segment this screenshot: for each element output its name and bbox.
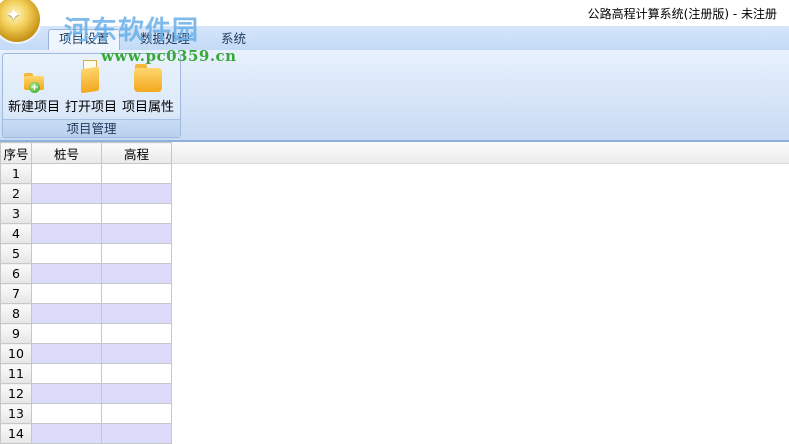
elevation-cell[interactable] bbox=[101, 303, 172, 324]
table-row[interactable]: 4 bbox=[0, 223, 172, 244]
table-row[interactable]: 3 bbox=[0, 203, 172, 224]
row-number-cell[interactable]: 3 bbox=[0, 203, 32, 224]
row-number-cell[interactable]: 2 bbox=[0, 183, 32, 204]
station-cell[interactable] bbox=[31, 203, 102, 224]
row-number-cell[interactable]: 6 bbox=[0, 263, 32, 284]
table-row[interactable]: 11 bbox=[0, 363, 172, 384]
app-logo-icon: ✦ bbox=[6, 5, 22, 26]
row-number-cell[interactable]: 11 bbox=[0, 363, 32, 384]
row-number-cell[interactable]: 5 bbox=[0, 243, 32, 264]
table-row[interactable]: 13 bbox=[0, 403, 172, 424]
new-project-label: 新建项目 bbox=[7, 100, 60, 115]
open-project-label: 打开项目 bbox=[64, 100, 117, 115]
row-number-cell[interactable]: 1 bbox=[0, 163, 32, 184]
open-project-button[interactable]: 打开项目 bbox=[63, 60, 119, 115]
data-grid[interactable]: 序号 桩号 高程 1 2 3 4 5 6 7 8 9 10 11 12 13 14 bbox=[0, 142, 172, 444]
column-header-elevation[interactable]: 高程 bbox=[101, 142, 172, 164]
open-folder-icon bbox=[79, 60, 103, 94]
table-row[interactable]: 2 bbox=[0, 183, 172, 204]
station-cell[interactable] bbox=[31, 243, 102, 264]
table-row[interactable]: 10 bbox=[0, 343, 172, 364]
elevation-cell[interactable] bbox=[101, 203, 172, 224]
row-number-cell[interactable]: 7 bbox=[0, 283, 32, 304]
elevation-cell[interactable] bbox=[101, 163, 172, 184]
row-number-cell[interactable]: 12 bbox=[0, 383, 32, 404]
column-header-station[interactable]: 桩号 bbox=[31, 142, 102, 164]
row-number-cell[interactable]: 8 bbox=[0, 303, 32, 324]
new-project-button[interactable]: + 新建项目 bbox=[5, 60, 63, 115]
table-row[interactable]: 9 bbox=[0, 323, 172, 344]
elevation-cell[interactable] bbox=[101, 323, 172, 344]
window-title: 公路高程计算系统(注册版) - 未注册 bbox=[587, 7, 777, 21]
row-number-cell[interactable]: 4 bbox=[0, 223, 32, 244]
elevation-cell[interactable] bbox=[101, 283, 172, 304]
station-cell[interactable] bbox=[31, 223, 102, 244]
elevation-cell[interactable] bbox=[101, 383, 172, 404]
ribbon-group-project-management: + 新建项目 打开项目 项目属性 项目管理 bbox=[2, 53, 181, 138]
station-cell[interactable] bbox=[31, 283, 102, 304]
elevation-cell[interactable] bbox=[101, 243, 172, 264]
elevation-cell[interactable] bbox=[101, 223, 172, 244]
station-cell[interactable] bbox=[31, 363, 102, 384]
station-cell[interactable] bbox=[31, 343, 102, 364]
ribbon-group-label: 项目管理 bbox=[3, 119, 180, 137]
table-row[interactable]: 12 bbox=[0, 383, 172, 404]
elevation-cell[interactable] bbox=[101, 183, 172, 204]
station-cell[interactable] bbox=[31, 323, 102, 344]
data-grid-area: 序号 桩号 高程 1 2 3 4 5 6 7 8 9 10 11 12 13 14 bbox=[0, 142, 789, 444]
station-cell[interactable] bbox=[31, 403, 102, 424]
station-cell[interactable] bbox=[31, 303, 102, 324]
station-cell[interactable] bbox=[31, 383, 102, 404]
elevation-cell[interactable] bbox=[101, 403, 172, 424]
elevation-cell[interactable] bbox=[101, 363, 172, 384]
watermark-logo-text: 河东软件园 bbox=[64, 16, 200, 46]
row-number-cell[interactable]: 10 bbox=[0, 343, 32, 364]
project-properties-button[interactable]: 项目属性 bbox=[119, 60, 177, 115]
watermark-url: www.pc0359.cn bbox=[101, 47, 237, 65]
table-row[interactable]: 8 bbox=[0, 303, 172, 324]
station-cell[interactable] bbox=[31, 183, 102, 204]
table-row[interactable]: 5 bbox=[0, 243, 172, 264]
row-number-cell[interactable]: 9 bbox=[0, 323, 32, 344]
table-row[interactable]: 7 bbox=[0, 283, 172, 304]
row-number-cell[interactable]: 13 bbox=[0, 403, 32, 424]
station-cell[interactable] bbox=[31, 263, 102, 284]
elevation-cell[interactable] bbox=[101, 263, 172, 284]
new-folder-icon: + bbox=[23, 70, 47, 93]
table-row[interactable]: 1 bbox=[0, 163, 172, 184]
elevation-cell[interactable] bbox=[101, 343, 172, 364]
station-cell[interactable] bbox=[31, 163, 102, 184]
grid-header-row: 序号 桩号 高程 bbox=[0, 142, 172, 164]
project-properties-label: 项目属性 bbox=[121, 100, 174, 115]
folder-properties-icon bbox=[133, 62, 163, 92]
table-row[interactable]: 6 bbox=[0, 263, 172, 284]
column-header-index[interactable]: 序号 bbox=[0, 142, 32, 164]
